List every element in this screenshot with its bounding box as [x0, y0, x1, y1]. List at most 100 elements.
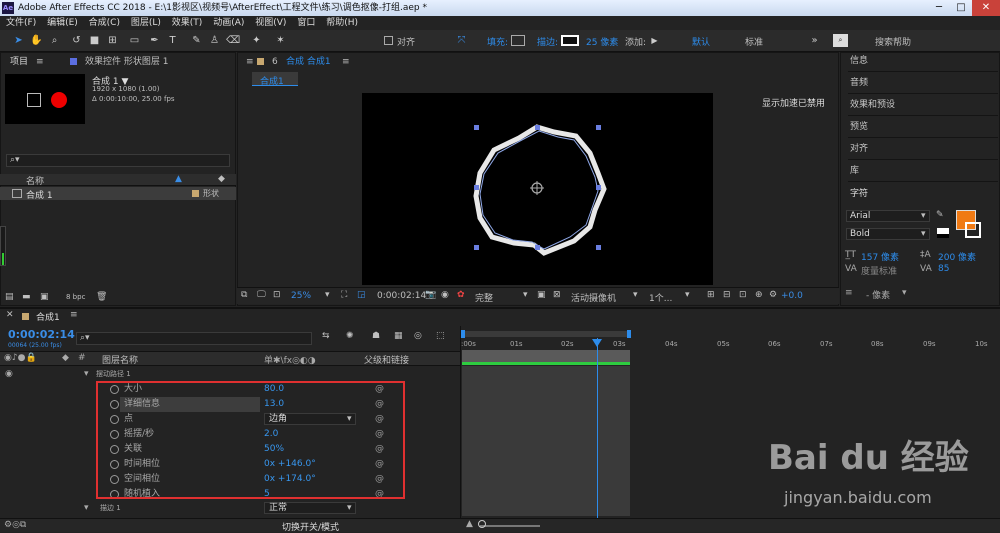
project-search-input[interactable]: ⌕▾: [6, 154, 230, 167]
rectangle-tool-icon[interactable]: ▭: [128, 34, 141, 47]
search-icon[interactable]: ⌕: [833, 34, 848, 47]
clone-stamp-tool-icon[interactable]: ♙: [208, 34, 221, 47]
panel-audio[interactable]: 音频: [848, 72, 998, 94]
leading-value[interactable]: 200 像素: [938, 250, 976, 263]
layer-duration-bar[interactable]: [462, 350, 630, 362]
project-item-row[interactable]: 合成 1 形状: [0, 187, 236, 201]
tab-effect-controls[interactable]: 效果控件 形状图层 1: [85, 54, 168, 70]
col-layer-name[interactable]: 图层名称: [102, 353, 138, 366]
graph-editor-icon[interactable]: ⬚: [436, 331, 445, 341]
interpret-footage-icon[interactable]: ▤: [5, 292, 14, 302]
fit-icon[interactable]: ⛶: [341, 290, 347, 300]
current-time[interactable]: 0:00:02:14: [8, 328, 75, 341]
minimize-button[interactable]: ─: [928, 0, 950, 16]
quality-select[interactable]: 完整: [475, 291, 493, 304]
zoom-slider[interactable]: [480, 525, 540, 527]
snap-icon[interactable]: ⤧: [455, 34, 468, 47]
search-help[interactable]: 搜索帮助: [875, 35, 911, 48]
show-snapshot-icon[interactable]: ◉: [441, 290, 449, 300]
menu-file[interactable]: 文件(F): [6, 18, 36, 28]
label-column-icon[interactable]: ◆: [62, 353, 69, 363]
composition-flowchart-icon[interactable]: ⇆: [322, 331, 330, 341]
work-area-end-handle[interactable]: [627, 330, 631, 338]
unit-value[interactable]: - 像素: [866, 288, 890, 301]
visibility-eye-icon[interactable]: ◉: [5, 367, 13, 382]
menu-effect[interactable]: 效果(T): [172, 18, 203, 28]
transparency-grid-icon[interactable]: ⊠: [553, 290, 561, 300]
label-col-icon[interactable]: ◆: [218, 174, 225, 184]
panel-effects-presets[interactable]: 效果和预设: [848, 94, 998, 116]
new-comp-icon[interactable]: ▣: [40, 292, 49, 302]
col-name[interactable]: 名称: [26, 174, 44, 187]
pen-tool-icon[interactable]: ✒: [148, 34, 161, 47]
hand-tool-icon[interactable]: ✋: [30, 34, 43, 47]
always-preview-icon[interactable]: ⧉: [241, 290, 247, 300]
fill-swatch[interactable]: [511, 35, 525, 46]
eyedropper-icon[interactable]: ✎: [936, 210, 944, 220]
expand-arrow-icon[interactable]: ▾: [84, 367, 89, 382]
timeline-close-icon[interactable]: ✕: [6, 310, 14, 320]
draft-3d-icon[interactable]: ✺: [346, 331, 354, 341]
bw-swatch[interactable]: [937, 228, 949, 238]
tracking-method[interactable]: 度量标准: [861, 264, 897, 277]
text-stroke-swatch[interactable]: [965, 222, 981, 238]
close-button[interactable]: ✕: [972, 0, 1000, 16]
panel-preview[interactable]: 预览: [848, 116, 998, 138]
layer-track-area[interactable]: [462, 366, 630, 516]
menu-help[interactable]: 帮助(H): [326, 18, 358, 28]
monitor-icon[interactable]: 🖵: [257, 290, 266, 300]
work-area-bar[interactable]: [462, 331, 630, 337]
menu-edit[interactable]: 编辑(E): [47, 18, 78, 28]
panel-align[interactable]: 对齐: [848, 138, 998, 160]
zoom-tool-icon[interactable]: ⌕: [48, 34, 61, 47]
exposure-value[interactable]: +0.0: [781, 291, 803, 301]
stroke-row[interactable]: ▾ 描边 1 正常 ▾: [0, 501, 460, 516]
frame-blend-icon[interactable]: ▦: [394, 331, 403, 341]
work-area-start-handle[interactable]: [461, 330, 465, 338]
quality-dropdown-icon[interactable]: ▾: [523, 290, 528, 300]
camera-dropdown-icon[interactable]: ▾: [633, 290, 638, 300]
unit-dropdown-icon[interactable]: ▾: [902, 288, 907, 298]
menu-window[interactable]: 窗口: [297, 18, 315, 28]
timeline-menu-icon[interactable]: ≡: [70, 310, 78, 320]
rotate-tool-icon[interactable]: ↺: [70, 34, 83, 47]
comp-viewer[interactable]: [362, 93, 713, 285]
stroke-width[interactable]: 25 像素: [586, 35, 618, 48]
zoom-dropdown-icon[interactable]: ▾: [325, 290, 330, 300]
menu-layer[interactable]: 图层(L): [131, 18, 161, 28]
tab-composition[interactable]: 合成 合成1: [286, 54, 331, 70]
fast-preview-icon[interactable]: ⊟: [723, 290, 731, 300]
comp-tab-menu-icon[interactable]: ≡: [342, 54, 350, 70]
trash-icon[interactable]: 🗑: [96, 292, 107, 302]
roto-brush-tool-icon[interactable]: ✦: [250, 34, 263, 47]
workspace-more-icon[interactable]: »: [808, 34, 821, 47]
timeline-search-input[interactable]: ⌕▾: [76, 332, 312, 345]
workspace-standard[interactable]: 标准: [745, 35, 763, 48]
workspace-default[interactable]: 默认: [692, 35, 710, 48]
mask-visibility-icon[interactable]: ◲: [357, 290, 366, 300]
region-interest-icon[interactable]: ▣: [537, 290, 546, 300]
av-switches-icon[interactable]: ◉♪●🔒: [4, 353, 37, 363]
maximize-button[interactable]: □: [950, 0, 972, 16]
col-parent[interactable]: 父级和链接: [364, 353, 409, 366]
pan-behind-tool-icon[interactable]: ⊞: [106, 34, 119, 47]
blend-mode-dropdown[interactable]: 正常 ▾: [264, 502, 356, 514]
playhead-handle[interactable]: [592, 339, 602, 347]
font-size-value[interactable]: 157 像素: [861, 250, 899, 263]
shy-icon[interactable]: ☗: [372, 331, 380, 341]
channel-icon[interactable]: ✿: [457, 290, 465, 300]
eraser-tool-icon[interactable]: ⌫: [226, 34, 240, 47]
camera-tool-icon[interactable]: ■: [88, 34, 101, 47]
exposure-reset-icon[interactable]: ⚙: [769, 290, 777, 300]
toggle-pixel-icon[interactable]: ⊞: [707, 290, 715, 300]
panel-menu-icon[interactable]: ≡: [246, 54, 254, 70]
zoom-level[interactable]: 25%: [291, 291, 311, 301]
zoom-out-icon[interactable]: ▲: [466, 519, 473, 529]
comp-time[interactable]: 0:00:02:14: [377, 291, 426, 301]
type-tool-icon[interactable]: T: [166, 34, 179, 47]
motion-blur-icon[interactable]: ◎: [414, 331, 422, 341]
tab-project[interactable]: 项目: [10, 54, 28, 70]
align-checkbox[interactable]: [384, 36, 393, 45]
font-style-select[interactable]: Bold ▾: [846, 228, 930, 240]
sort-icon[interactable]: ▲: [175, 174, 182, 184]
